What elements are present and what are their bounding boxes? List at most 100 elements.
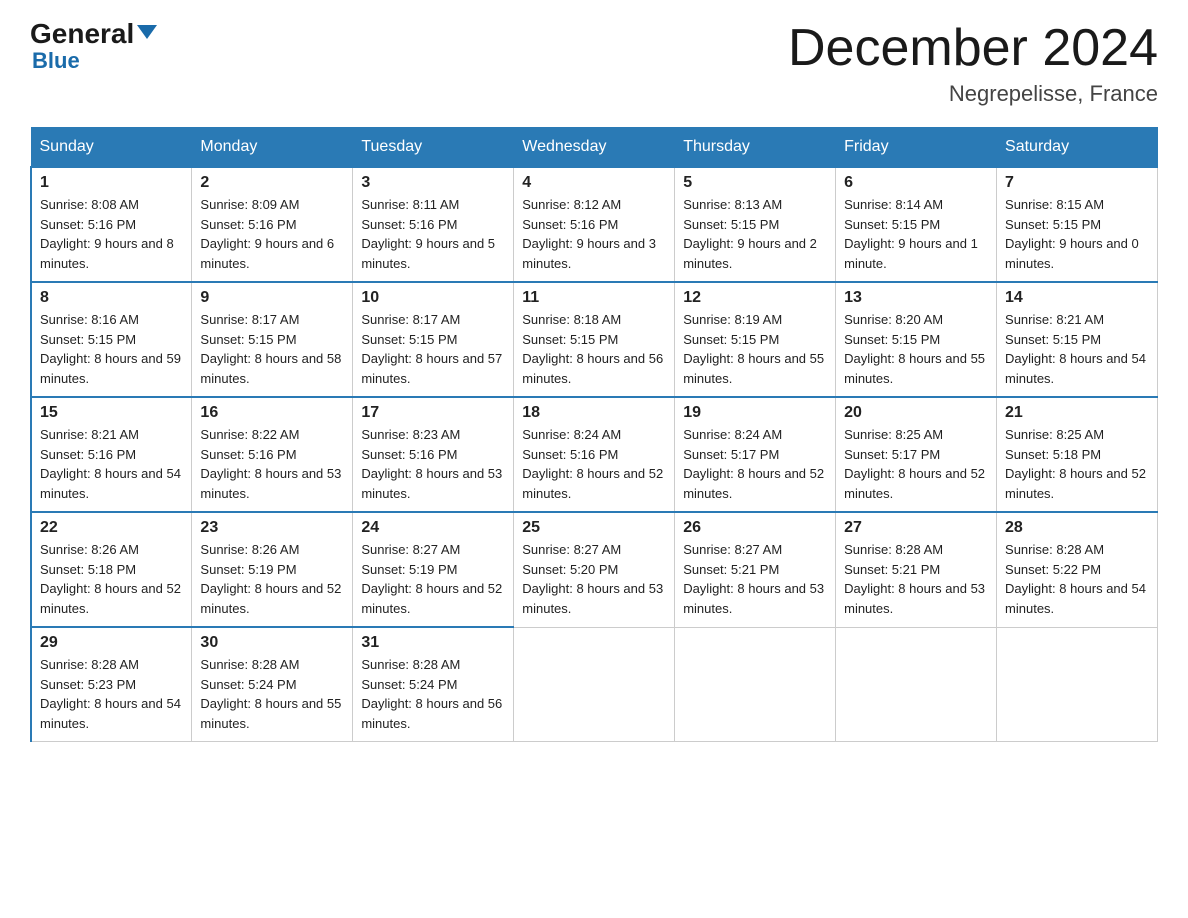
calendar-cell: 28 Sunrise: 8:28 AMSunset: 5:22 PMDaylig… (997, 512, 1158, 627)
calendar-cell: 14 Sunrise: 8:21 AMSunset: 5:15 PMDaylig… (997, 282, 1158, 397)
day-info: Sunrise: 8:18 AMSunset: 5:15 PMDaylight:… (522, 312, 663, 386)
day-info: Sunrise: 8:12 AMSunset: 5:16 PMDaylight:… (522, 197, 656, 271)
logo-general-text: General (30, 20, 134, 48)
calendar-cell: 19 Sunrise: 8:24 AMSunset: 5:17 PMDaylig… (675, 397, 836, 512)
day-number: 1 (40, 174, 183, 192)
calendar-cell: 30 Sunrise: 8:28 AMSunset: 5:24 PMDaylig… (192, 627, 353, 742)
calendar-cell: 18 Sunrise: 8:24 AMSunset: 5:16 PMDaylig… (514, 397, 675, 512)
calendar-cell: 17 Sunrise: 8:23 AMSunset: 5:16 PMDaylig… (353, 397, 514, 512)
calendar-cell: 15 Sunrise: 8:21 AMSunset: 5:16 PMDaylig… (31, 397, 192, 512)
day-number: 27 (844, 519, 988, 537)
day-number: 23 (200, 519, 344, 537)
day-number: 7 (1005, 174, 1149, 192)
calendar-cell: 4 Sunrise: 8:12 AMSunset: 5:16 PMDayligh… (514, 167, 675, 282)
day-info: Sunrise: 8:26 AMSunset: 5:19 PMDaylight:… (200, 542, 341, 616)
day-info: Sunrise: 8:24 AMSunset: 5:16 PMDaylight:… (522, 427, 663, 501)
calendar-cell: 26 Sunrise: 8:27 AMSunset: 5:21 PMDaylig… (675, 512, 836, 627)
day-number: 8 (40, 289, 183, 307)
calendar-cell: 10 Sunrise: 8:17 AMSunset: 5:15 PMDaylig… (353, 282, 514, 397)
calendar-cell: 27 Sunrise: 8:28 AMSunset: 5:21 PMDaylig… (836, 512, 997, 627)
day-number: 18 (522, 404, 666, 422)
day-info: Sunrise: 8:20 AMSunset: 5:15 PMDaylight:… (844, 312, 985, 386)
day-info: Sunrise: 8:21 AMSunset: 5:16 PMDaylight:… (40, 427, 181, 501)
day-number: 21 (1005, 404, 1149, 422)
day-number: 10 (361, 289, 505, 307)
logo-triangle-icon (137, 25, 157, 39)
day-info: Sunrise: 8:21 AMSunset: 5:15 PMDaylight:… (1005, 312, 1146, 386)
header-thursday: Thursday (675, 128, 836, 168)
day-info: Sunrise: 8:25 AMSunset: 5:18 PMDaylight:… (1005, 427, 1146, 501)
calendar-cell: 23 Sunrise: 8:26 AMSunset: 5:19 PMDaylig… (192, 512, 353, 627)
calendar-table: Sunday Monday Tuesday Wednesday Thursday… (30, 127, 1158, 742)
day-info: Sunrise: 8:13 AMSunset: 5:15 PMDaylight:… (683, 197, 817, 271)
day-info: Sunrise: 8:27 AMSunset: 5:19 PMDaylight:… (361, 542, 502, 616)
day-info: Sunrise: 8:28 AMSunset: 5:23 PMDaylight:… (40, 657, 181, 731)
location-subtitle: Negrepelisse, France (788, 81, 1158, 107)
calendar-cell: 7 Sunrise: 8:15 AMSunset: 5:15 PMDayligh… (997, 167, 1158, 282)
day-info: Sunrise: 8:26 AMSunset: 5:18 PMDaylight:… (40, 542, 181, 616)
day-number: 2 (200, 174, 344, 192)
day-info: Sunrise: 8:22 AMSunset: 5:16 PMDaylight:… (200, 427, 341, 501)
day-info: Sunrise: 8:17 AMSunset: 5:15 PMDaylight:… (200, 312, 341, 386)
day-info: Sunrise: 8:09 AMSunset: 5:16 PMDaylight:… (200, 197, 334, 271)
day-info: Sunrise: 8:28 AMSunset: 5:24 PMDaylight:… (361, 657, 502, 731)
day-number: 19 (683, 404, 827, 422)
day-number: 22 (40, 519, 183, 537)
title-section: December 2024 Negrepelisse, France (788, 20, 1158, 107)
day-info: Sunrise: 8:08 AMSunset: 5:16 PMDaylight:… (40, 197, 174, 271)
calendar-header-row: Sunday Monday Tuesday Wednesday Thursday… (31, 128, 1158, 168)
day-number: 4 (522, 174, 666, 192)
day-info: Sunrise: 8:17 AMSunset: 5:15 PMDaylight:… (361, 312, 502, 386)
day-number: 29 (40, 634, 183, 652)
calendar-cell: 13 Sunrise: 8:20 AMSunset: 5:15 PMDaylig… (836, 282, 997, 397)
day-number: 5 (683, 174, 827, 192)
header-tuesday: Tuesday (353, 128, 514, 168)
calendar-cell: 8 Sunrise: 8:16 AMSunset: 5:15 PMDayligh… (31, 282, 192, 397)
calendar-cell: 21 Sunrise: 8:25 AMSunset: 5:18 PMDaylig… (997, 397, 1158, 512)
day-number: 14 (1005, 289, 1149, 307)
day-info: Sunrise: 8:11 AMSunset: 5:16 PMDaylight:… (361, 197, 495, 271)
day-number: 3 (361, 174, 505, 192)
day-info: Sunrise: 8:24 AMSunset: 5:17 PMDaylight:… (683, 427, 824, 501)
day-number: 30 (200, 634, 344, 652)
calendar-cell (997, 627, 1158, 742)
day-number: 13 (844, 289, 988, 307)
day-info: Sunrise: 8:27 AMSunset: 5:21 PMDaylight:… (683, 542, 824, 616)
calendar-week-row: 15 Sunrise: 8:21 AMSunset: 5:16 PMDaylig… (31, 397, 1158, 512)
day-info: Sunrise: 8:28 AMSunset: 5:24 PMDaylight:… (200, 657, 341, 731)
calendar-cell: 12 Sunrise: 8:19 AMSunset: 5:15 PMDaylig… (675, 282, 836, 397)
header-saturday: Saturday (997, 128, 1158, 168)
calendar-cell: 24 Sunrise: 8:27 AMSunset: 5:19 PMDaylig… (353, 512, 514, 627)
day-info: Sunrise: 8:16 AMSunset: 5:15 PMDaylight:… (40, 312, 181, 386)
calendar-cell (514, 627, 675, 742)
day-info: Sunrise: 8:27 AMSunset: 5:20 PMDaylight:… (522, 542, 663, 616)
logo: General Blue (30, 20, 157, 74)
header-wednesday: Wednesday (514, 128, 675, 168)
calendar-cell: 31 Sunrise: 8:28 AMSunset: 5:24 PMDaylig… (353, 627, 514, 742)
day-info: Sunrise: 8:15 AMSunset: 5:15 PMDaylight:… (1005, 197, 1139, 271)
calendar-week-row: 22 Sunrise: 8:26 AMSunset: 5:18 PMDaylig… (31, 512, 1158, 627)
calendar-cell: 20 Sunrise: 8:25 AMSunset: 5:17 PMDaylig… (836, 397, 997, 512)
calendar-cell: 9 Sunrise: 8:17 AMSunset: 5:15 PMDayligh… (192, 282, 353, 397)
day-info: Sunrise: 8:28 AMSunset: 5:22 PMDaylight:… (1005, 542, 1146, 616)
calendar-cell: 6 Sunrise: 8:14 AMSunset: 5:15 PMDayligh… (836, 167, 997, 282)
day-info: Sunrise: 8:25 AMSunset: 5:17 PMDaylight:… (844, 427, 985, 501)
calendar-cell: 1 Sunrise: 8:08 AMSunset: 5:16 PMDayligh… (31, 167, 192, 282)
day-info: Sunrise: 8:14 AMSunset: 5:15 PMDaylight:… (844, 197, 978, 271)
day-number: 31 (361, 634, 505, 652)
calendar-cell: 3 Sunrise: 8:11 AMSunset: 5:16 PMDayligh… (353, 167, 514, 282)
day-info: Sunrise: 8:23 AMSunset: 5:16 PMDaylight:… (361, 427, 502, 501)
day-number: 26 (683, 519, 827, 537)
calendar-cell: 5 Sunrise: 8:13 AMSunset: 5:15 PMDayligh… (675, 167, 836, 282)
day-number: 9 (200, 289, 344, 307)
calendar-cell: 2 Sunrise: 8:09 AMSunset: 5:16 PMDayligh… (192, 167, 353, 282)
calendar-week-row: 8 Sunrise: 8:16 AMSunset: 5:15 PMDayligh… (31, 282, 1158, 397)
calendar-cell: 22 Sunrise: 8:26 AMSunset: 5:18 PMDaylig… (31, 512, 192, 627)
day-number: 25 (522, 519, 666, 537)
day-number: 24 (361, 519, 505, 537)
calendar-cell (675, 627, 836, 742)
calendar-week-row: 29 Sunrise: 8:28 AMSunset: 5:23 PMDaylig… (31, 627, 1158, 742)
month-title: December 2024 (788, 20, 1158, 77)
calendar-week-row: 1 Sunrise: 8:08 AMSunset: 5:16 PMDayligh… (31, 167, 1158, 282)
day-number: 15 (40, 404, 183, 422)
